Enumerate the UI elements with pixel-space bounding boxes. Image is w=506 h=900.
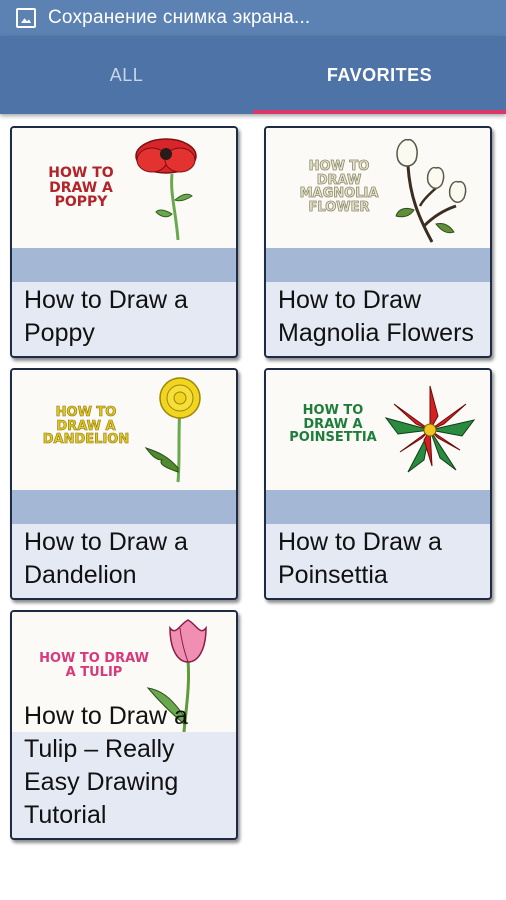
card-title: How to Draw Magnolia Flowers <box>278 286 474 347</box>
dandelion-illustration <box>144 377 201 483</box>
thumb-title-text: HOW TO DRAW A DANDELION <box>42 405 130 448</box>
magnolia-illustration <box>395 138 467 243</box>
card-tulip[interactable]: HOW TO DRAW A TULIP How to Draw a Tulip … <box>10 610 238 840</box>
thumb-title-text: HOW TO DRAW MAGNOLIA FLOWER <box>299 159 379 215</box>
status-bar: Сохранение снимка экрана... <box>0 0 506 36</box>
favorites-grid: HOW TO DRAW A POPPY How to Draw a Poppy … <box>0 114 506 900</box>
card-thumbnail: HOW TO DRAW A DANDELION <box>12 370 236 490</box>
card-title: How to Draw a Tulip – Really Easy Drawin… <box>24 702 188 829</box>
card-title: How to Draw a Dandelion <box>24 528 188 589</box>
card-title: How to Draw a Poppy <box>24 286 188 347</box>
thumb-title-text: HOW TO DRAW A POINSETTIA <box>289 403 377 446</box>
card-thumbnail: HOW TO DRAW A POINSETTIA <box>266 370 490 490</box>
card-poppy[interactable]: HOW TO DRAW A POPPY How to Draw a Poppy <box>10 126 238 358</box>
card-band <box>266 248 490 282</box>
card-dandelion[interactable]: HOW TO DRAW A DANDELION How to Draw a Da… <box>10 368 238 600</box>
card-poinsettia[interactable]: HOW TO DRAW A POINSETTIA How to Draw a P… <box>264 368 492 600</box>
tab-favorites[interactable]: FAVORITES <box>253 36 506 114</box>
status-text: Сохранение снимка экрана... <box>48 7 311 28</box>
card-band <box>12 248 236 282</box>
thumb-title-text: HOW TO DRAW A POPPY <box>48 165 114 211</box>
card-magnolia[interactable]: HOW TO DRAW MAGNOLIA FLOWER How to Draw … <box>264 126 492 358</box>
card-thumbnail: HOW TO DRAW MAGNOLIA FLOWER <box>266 128 490 248</box>
poppy-illustration <box>135 138 197 241</box>
card-title: How to Draw a Poinsettia <box>278 528 442 589</box>
poinsettia-illustration <box>384 385 476 473</box>
tab-all[interactable]: ALL <box>0 36 253 114</box>
card-thumbnail: HOW TO DRAW A POPPY <box>12 128 236 248</box>
card-band <box>266 490 490 524</box>
card-band <box>12 490 236 524</box>
screenshot-icon <box>16 8 36 28</box>
tab-bar: ALL FAVORITES <box>0 36 506 114</box>
